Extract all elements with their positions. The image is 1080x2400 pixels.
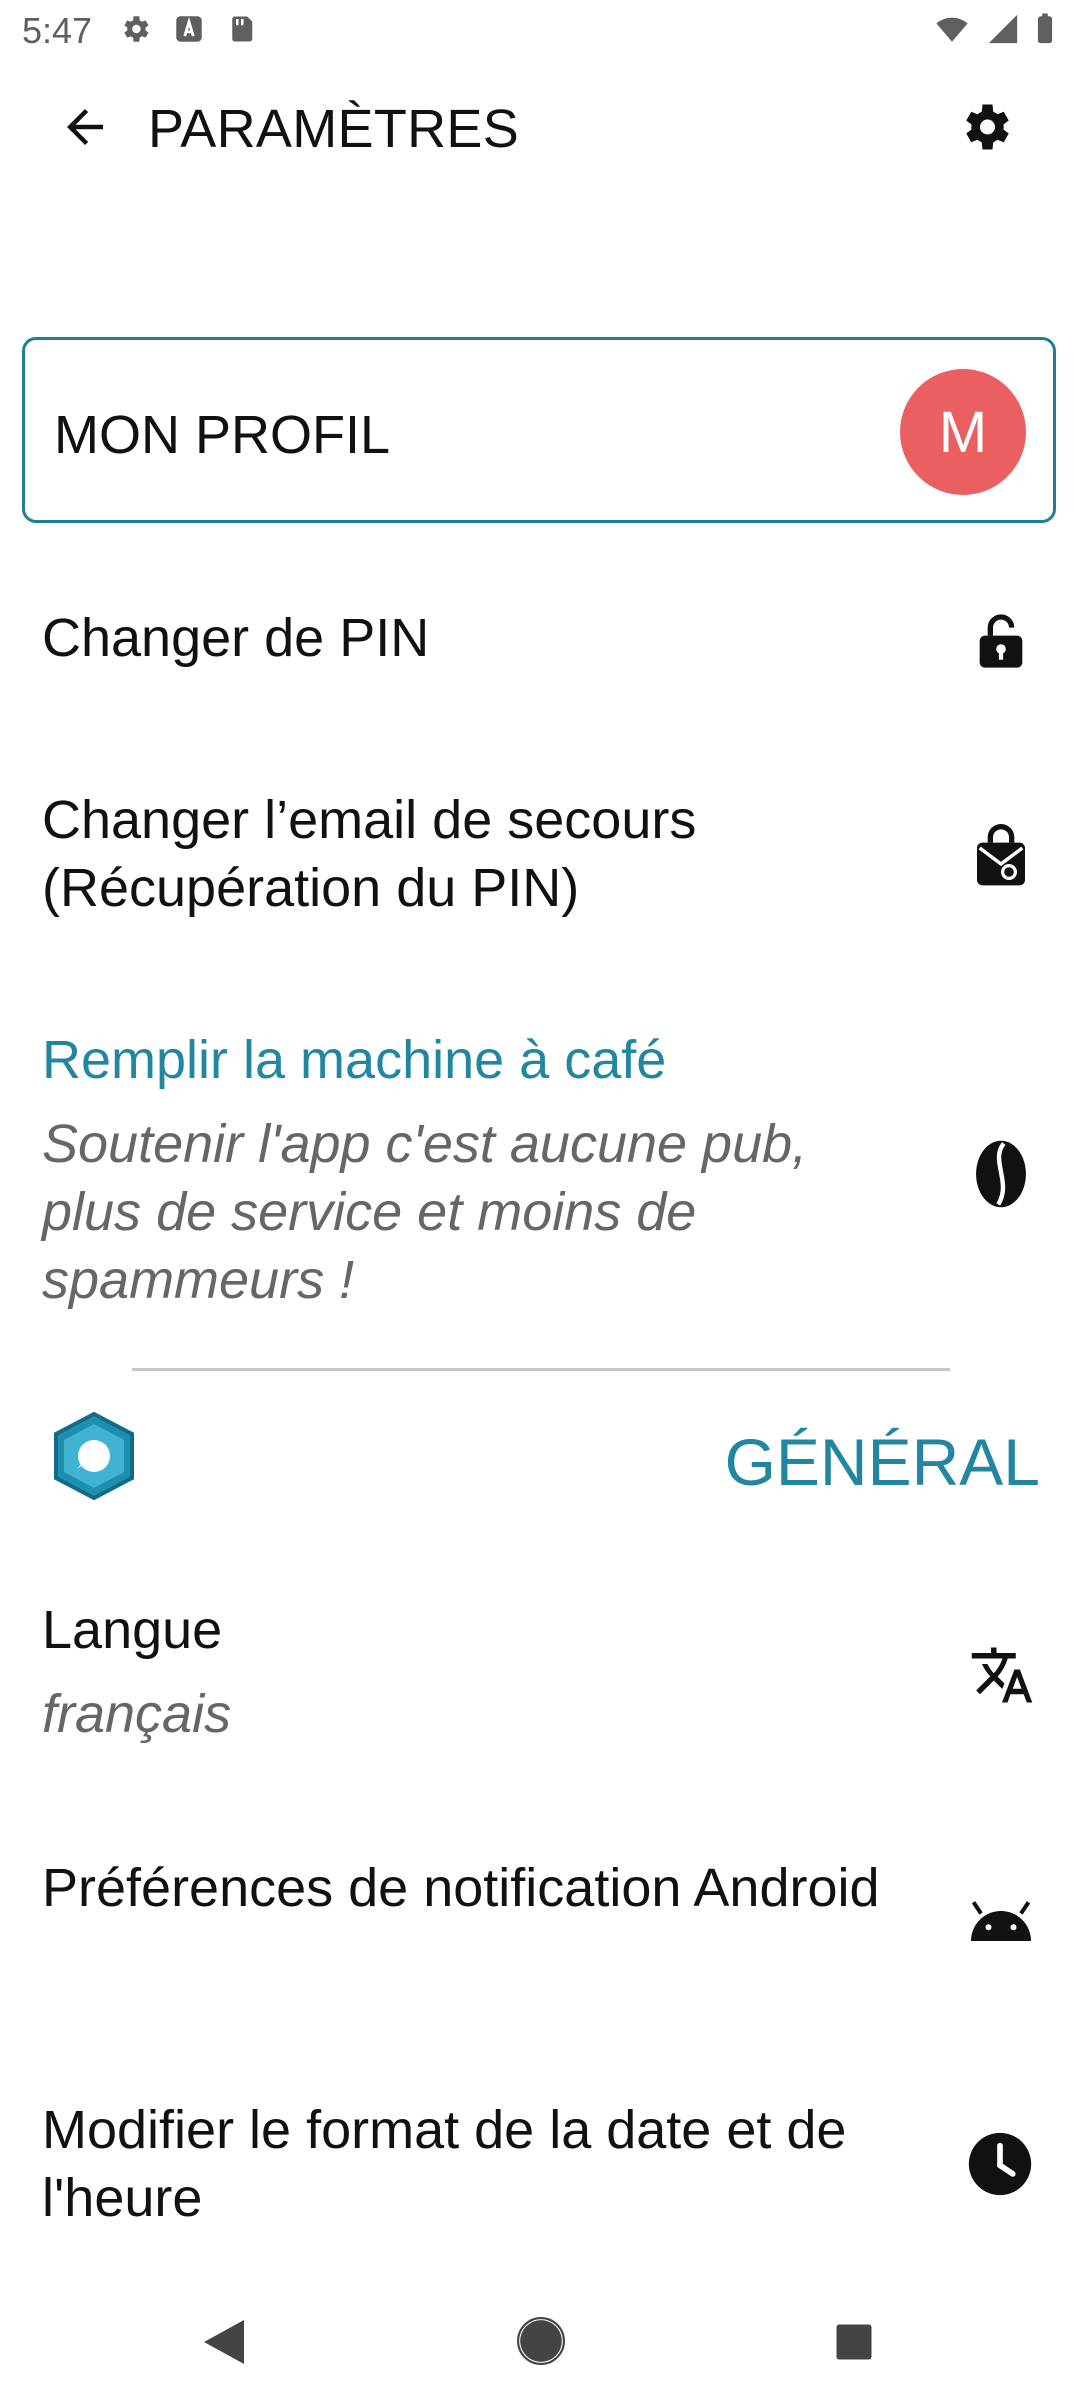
back-button[interactable] xyxy=(50,92,120,162)
autofill-status-icon xyxy=(176,16,202,42)
wifi-icon xyxy=(936,17,968,42)
status-right-icons xyxy=(932,12,1056,46)
android-icon-wrap xyxy=(964,1892,1038,1950)
general-section-logo xyxy=(52,1410,136,1502)
lock-open-icon xyxy=(979,614,1023,668)
coffee-title: Remplir la machine à café xyxy=(42,1030,667,1090)
clock-icon-wrap xyxy=(964,2128,1036,2200)
status-left-icons xyxy=(118,12,256,46)
arrow-left-icon xyxy=(67,109,103,145)
sd-card-status-icon xyxy=(232,16,253,42)
change-pin-label: Changer de PIN xyxy=(42,608,430,668)
general-section-title: GÉNÉRAL xyxy=(724,1425,1040,1499)
coffee-subtitle: Soutenir l'app c'est aucune pub, plus de… xyxy=(42,1114,808,1310)
settings-status-icon xyxy=(124,16,149,42)
android-icon xyxy=(971,1901,1031,1941)
settings-button[interactable] xyxy=(950,92,1020,162)
app-logo-icon xyxy=(54,1411,134,1501)
change-email-label: Changer l’email de secours (Récupération… xyxy=(42,790,697,918)
status-time: 5:47 xyxy=(22,10,93,51)
nav-home-icon xyxy=(517,2317,565,2365)
page-title: PARAMÈTRES xyxy=(148,99,520,159)
signal-icon xyxy=(988,14,1018,44)
language-value: français xyxy=(42,1684,232,1744)
language-icon-wrap xyxy=(966,1640,1038,1710)
gear-icon xyxy=(966,104,1009,150)
coffee-icon-wrap xyxy=(968,1138,1034,1210)
coffee-bean-icon xyxy=(976,1140,1026,1208)
section-divider xyxy=(132,1368,950,1371)
nav-recents-icon xyxy=(836,2324,872,2360)
battery-icon xyxy=(1037,13,1053,44)
translate-icon xyxy=(971,1647,1033,1703)
date-format-label: Modifier le format de la date et de l'he… xyxy=(42,2100,847,2228)
language-title: Langue xyxy=(42,1600,223,1660)
change-pin-icon-wrap xyxy=(968,608,1034,674)
change-email-icon-wrap xyxy=(968,820,1034,892)
nav-back-button[interactable] xyxy=(200,2316,248,2373)
clock-icon xyxy=(968,2132,1032,2196)
nav-home-button[interactable] xyxy=(516,2316,566,2371)
nav-recents-button[interactable] xyxy=(833,2321,875,2368)
profile-label: MON PROFIL xyxy=(54,405,391,465)
avatar[interactable]: M xyxy=(900,369,1026,495)
notification-prefs-label: Préférences de notification Android xyxy=(42,1858,880,1918)
mail-lock-icon xyxy=(977,824,1025,886)
nav-back-icon xyxy=(204,2320,244,2364)
